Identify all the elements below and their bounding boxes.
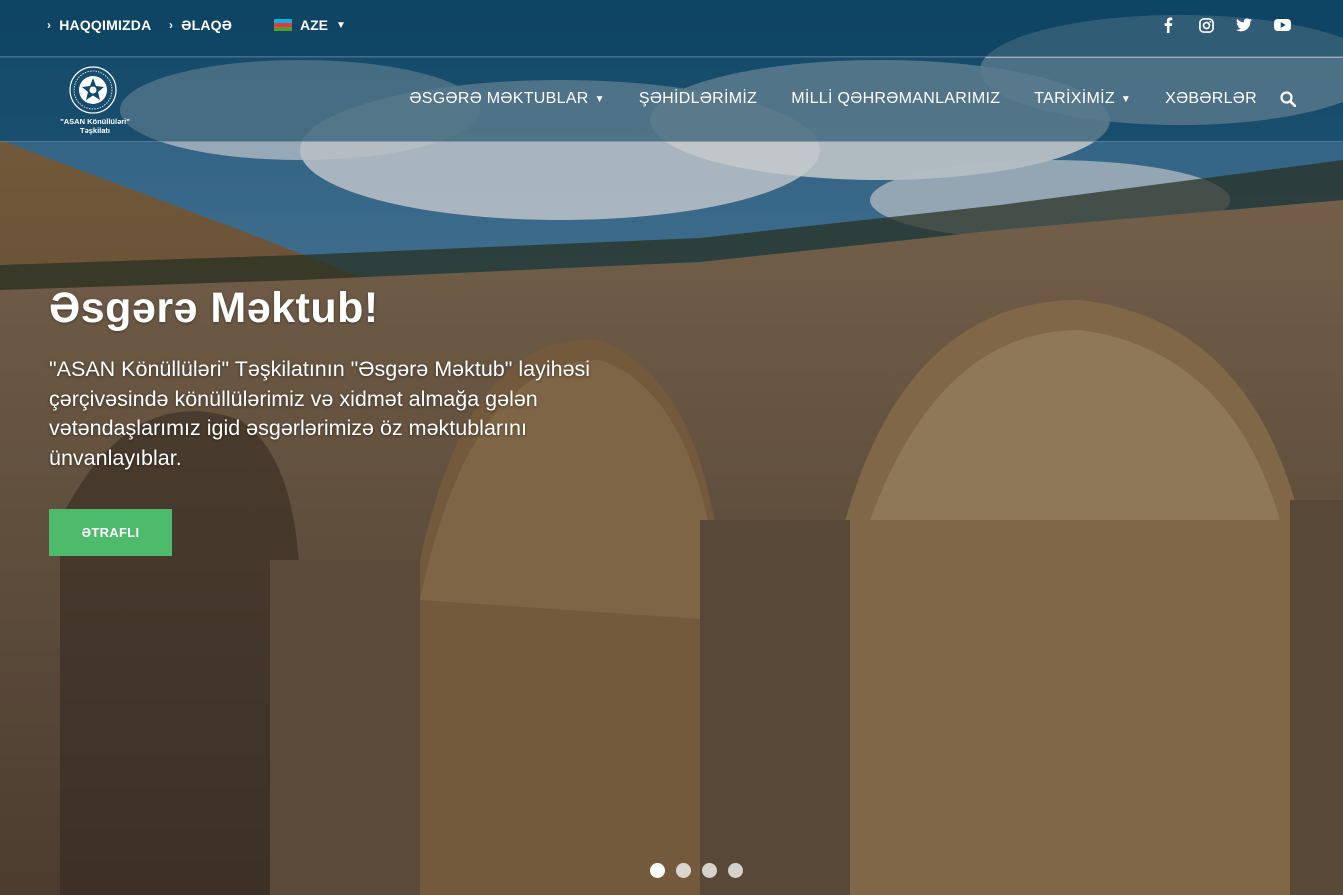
- more-info-button[interactable]: ƏTRAFLI: [49, 509, 172, 556]
- social-links: [1159, 16, 1291, 34]
- twitter-icon[interactable]: [1235, 16, 1253, 34]
- search-icon[interactable]: [1280, 91, 1298, 109]
- slider-dot-3[interactable]: [702, 863, 717, 878]
- nav-item-label: TARİXİMİZ: [1034, 90, 1115, 107]
- youtube-icon[interactable]: [1273, 16, 1291, 34]
- slider-dot-4[interactable]: [728, 863, 743, 878]
- logo-caption-line1: "ASAN Könüllüləri": [60, 117, 130, 126]
- about-link[interactable]: › HAQQIMIZDA: [47, 17, 151, 33]
- chevron-right-icon: ›: [169, 18, 174, 32]
- nav-menu: ƏSGƏRƏ MƏKTUBLAR ▼ ŞƏHİDLƏRİMİZ MİLLİ QƏ…: [409, 90, 1257, 108]
- nav-item-label: MİLLİ QƏHRƏMANLARIMIZ: [791, 90, 1001, 107]
- nav-item-label: XƏBƏRLƏR: [1165, 90, 1257, 107]
- contact-link[interactable]: › ƏLAQƏ: [169, 17, 232, 33]
- facebook-icon[interactable]: [1159, 16, 1177, 34]
- instagram-icon[interactable]: [1197, 16, 1215, 34]
- nav-item-national-heroes[interactable]: MİLLİ QƏHRƏMANLARIMIZ: [791, 90, 1000, 108]
- language-label: AZE: [300, 17, 328, 33]
- main-navigation: "ASAN Könüllüləri" Təşkilatı ƏSGƏRƏ MƏKT…: [0, 58, 1343, 142]
- logo-caption-line2: Təşkilatı: [79, 126, 110, 135]
- nav-item-label: ƏSGƏRƏ MƏKTUBLAR: [409, 90, 589, 107]
- top-bar: › HAQQIMIZDA › ƏLAQƏ AZE ▼: [0, 0, 1343, 57]
- language-selector[interactable]: AZE ▼: [274, 17, 346, 33]
- site-logo[interactable]: "ASAN Könüllüləri" Təşkilatı: [58, 64, 132, 138]
- nav-item-label: ŞƏHİDLƏRİMİZ: [638, 90, 758, 107]
- slider-dot-1[interactable]: [650, 863, 665, 878]
- slide-description: "ASAN Könüllüləri" Təşkilatının "Əsgərə …: [49, 357, 591, 470]
- chevron-down-icon: ▼: [1120, 93, 1132, 105]
- nav-item-history[interactable]: TARİXİMİZ ▼: [1034, 90, 1131, 108]
- chevron-right-icon: ›: [47, 18, 52, 32]
- contact-link-label: ƏLAQƏ: [181, 17, 233, 33]
- chevron-down-icon: ▼: [336, 19, 346, 31]
- nav-item-news[interactable]: XƏBƏRLƏR: [1165, 90, 1257, 108]
- slider-pagination: [650, 863, 743, 878]
- chevron-down-icon: ▼: [594, 93, 605, 105]
- about-link-label: HAQQIMIZDA: [59, 17, 152, 33]
- slide-title: Əsgərə Məktub!: [49, 284, 379, 332]
- nav-item-letters-to-soldier[interactable]: ƏSGƏRƏ MƏKTUBLAR ▼: [409, 90, 604, 108]
- asan-volunteers-seal-icon: [69, 66, 117, 114]
- slider-dot-2[interactable]: [676, 863, 691, 878]
- azerbaijan-flag-icon: [274, 19, 292, 31]
- nav-item-martyrs[interactable]: ŞƏHİDLƏRİMİZ: [639, 90, 757, 108]
